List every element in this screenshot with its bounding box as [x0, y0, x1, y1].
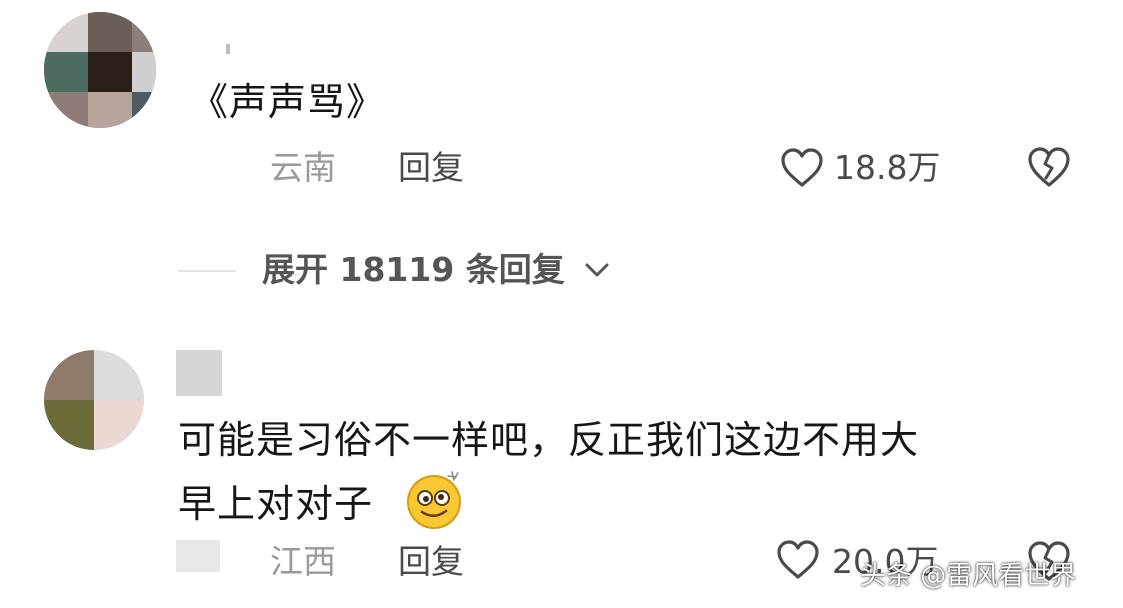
comment-text: 可能是习俗不一样吧，反正我们这边不用大 早上对对子 — [178, 408, 919, 536]
meta-mosaic — [176, 540, 220, 572]
comment-text-line: 早上对对子 — [178, 482, 374, 526]
heart-outline-icon[interactable] — [780, 148, 824, 188]
reply-button[interactable]: 回复 — [398, 148, 464, 188]
comment-text: 《声声骂》 — [190, 72, 385, 132]
heart-outline-icon[interactable] — [776, 540, 820, 580]
user-avatar[interactable] — [44, 350, 144, 450]
comment-text-line: 《声声骂》 — [190, 80, 386, 124]
username-mosaic — [176, 350, 222, 396]
like-count: 18.8万 — [834, 148, 941, 187]
broken-heart-icon[interactable] — [1026, 146, 1072, 188]
comment-region: 云南 — [270, 148, 336, 187]
expand-replies-label[interactable]: 展开 18119 条回复 — [262, 250, 565, 290]
user-avatar[interactable] — [44, 12, 156, 128]
reply-button[interactable]: 回复 — [398, 542, 464, 582]
comment-region: 江西 — [270, 542, 336, 581]
dizzy-smile-emoji — [407, 471, 461, 529]
watermark: 头条 @雷风看世界 — [860, 561, 1077, 591]
username-mosaic — [186, 44, 246, 56]
comment-text-line: 可能是习俗不一样吧，反正我们这边不用大 — [178, 418, 920, 462]
chevron-down-icon[interactable] — [582, 258, 612, 282]
divider-line — [178, 270, 236, 272]
